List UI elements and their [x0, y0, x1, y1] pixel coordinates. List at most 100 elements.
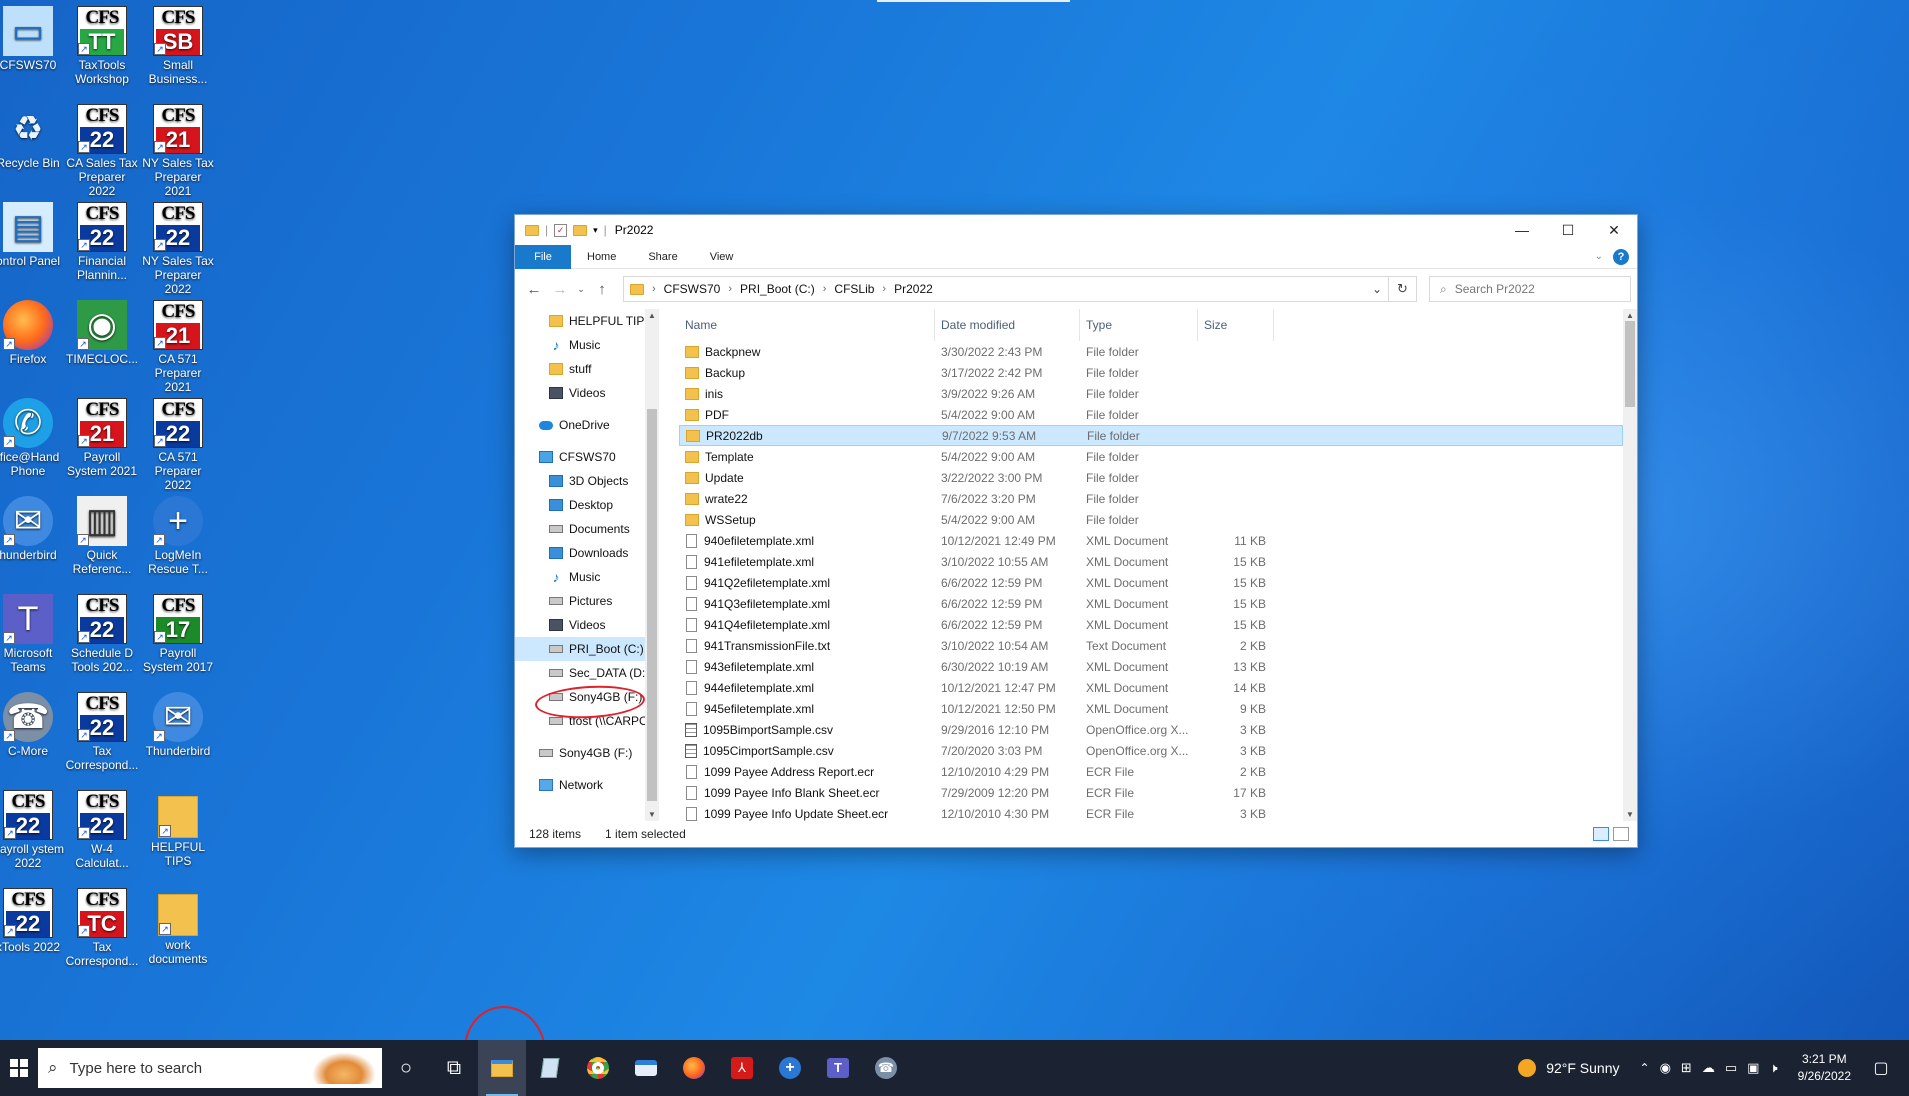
properties-icon[interactable]: ✓ — [554, 223, 568, 237]
tab-share[interactable]: Share — [632, 245, 693, 269]
desktop-icon[interactable]: ▥ ↗ Quick Referenc... — [64, 496, 140, 576]
nav-item[interactable]: HELPFUL TIPS — [515, 309, 645, 333]
file-list-scrollbar[interactable]: ▲ ▼ — [1623, 309, 1637, 821]
file-row[interactable]: 944efiletemplate.xml 10/12/2021 12:47 PM X… — [679, 677, 1623, 698]
scroll-down-icon[interactable]: ▼ — [645, 810, 659, 819]
nav-item[interactable]: stuff — [515, 357, 645, 381]
desktop-icon[interactable]: CFS 21 ↗ Payroll System 2021 — [64, 398, 140, 478]
desktop-icon[interactable]: ✉ ↗ Thunderbird — [140, 692, 216, 758]
desktop-icon[interactable]: CFS 21 ↗ NY Sales Tax Preparer 2021 — [140, 104, 216, 198]
file-row[interactable]: 945efiletemplate.xml 10/12/2021 12:50 PM X… — [679, 698, 1623, 719]
breadcrumb-pr2022[interactable]: Pr2022 — [894, 282, 933, 296]
close-button[interactable]: ✕ — [1591, 215, 1637, 245]
desktop-icon[interactable]: CFS22↗Payroll ystem 2022 — [0, 790, 66, 870]
nav-item[interactable]: Pictures — [515, 589, 645, 613]
desktop-icon[interactable]: CFS 22 ↗ CA 571 Preparer 2022 — [140, 398, 216, 492]
column-date-modified[interactable]: Date modified — [935, 309, 1080, 341]
desktop-icon[interactable]: ✉ ↗ hunderbird — [0, 496, 66, 562]
desktop-icon[interactable]: CFS 22 ↗ Financial Plannin... — [64, 202, 140, 282]
file-row[interactable]: PR2022db 9/7/2022 9:53 AM File folder — [679, 425, 1623, 446]
start-button[interactable] — [0, 1040, 38, 1096]
taskbar-search-box[interactable]: ⌕ Type here to search — [38, 1048, 382, 1088]
breadcrumb-pri-boot[interactable]: PRI_Boot (C:) — [740, 282, 815, 296]
column-size[interactable]: Size — [1198, 309, 1274, 341]
desktop-icon[interactable]: ▭ CFSWS70 — [0, 6, 66, 72]
nav-item[interactable]: OneDrive — [515, 413, 645, 437]
teams-tray-icon[interactable]: ⊞ — [1681, 1060, 1692, 1076]
file-row[interactable]: 941TransmissionFile.txt 3/10/2022 10:54 A… — [679, 635, 1623, 656]
chrome-tray-icon[interactable]: ◉ — [1660, 1060, 1671, 1076]
file-row[interactable]: 941Q4efiletemplate.xml 6/6/2022 12:59 PM X… — [679, 614, 1623, 635]
desktop-icon[interactable]: CFS TC ↗ Tax Correspond... — [64, 888, 140, 968]
firefox-taskbar-icon[interactable] — [670, 1040, 718, 1096]
thunderbird-taskbar-icon[interactable] — [622, 1040, 670, 1096]
nav-item[interactable]: 3D Objects — [515, 469, 645, 493]
file-row[interactable]: Backpnew 3/30/2022 2:43 PM File folder — [679, 341, 1623, 362]
tab-file[interactable]: File — [515, 244, 571, 269]
desktop-icon[interactable]: ✆ ↗ ffice@Hand Phone — [0, 398, 66, 478]
nav-item[interactable]: PRI_Boot (C:) — [515, 637, 645, 661]
column-type[interactable]: Type — [1080, 309, 1198, 341]
task-view-icon[interactable]: ⧉ — [430, 1040, 478, 1096]
desktop-icon[interactable]: ↗ Firefox — [0, 300, 66, 366]
chevron-up-icon[interactable]: ⌃ — [1640, 1061, 1650, 1075]
nav-item[interactable]: Sec_DATA (D:) — [515, 661, 645, 685]
nav-item[interactable]: Documents — [515, 517, 645, 541]
nav-item[interactable]: Videos — [515, 381, 645, 405]
desktop-icon[interactable]: CFS 22 ↗ xTools 2022 — [0, 888, 66, 954]
details-view-icon[interactable] — [1593, 827, 1609, 841]
desktop-icon[interactable]: ▤ ontrol Panel — [0, 202, 66, 268]
scroll-up-icon[interactable]: ▲ — [645, 311, 659, 320]
desktop-icon[interactable]: CFS SB ↗ Small Business... — [140, 6, 216, 86]
file-row[interactable]: WSSetup 5/4/2022 9:00 AM File folder — [679, 509, 1623, 530]
file-row[interactable]: PDF 5/4/2022 9:00 AM File folder — [679, 404, 1623, 425]
new-folder-icon[interactable] — [573, 224, 588, 236]
minimize-button[interactable]: — — [1499, 215, 1545, 245]
weather-widget[interactable]: 92°F Sunny — [1546, 1060, 1619, 1076]
onedrive-tray-icon[interactable]: ☁ — [1702, 1060, 1715, 1076]
cmore-taskbar-icon[interactable]: ☎ — [862, 1040, 910, 1096]
desktop-icon[interactable]: T ↗ Microsoft Teams — [0, 594, 66, 674]
file-row[interactable]: 940efiletemplate.xml 10/12/2021 12:49 PM X… — [679, 530, 1623, 551]
desktop-icon[interactable]: CFS 17 ↗ Payroll System 2017 — [140, 594, 216, 674]
volume-icon[interactable]: 🕨 — [1769, 1060, 1777, 1076]
tab-view[interactable]: View — [694, 245, 750, 269]
file-list-scroll-thumb[interactable] — [1625, 321, 1635, 407]
title-bar[interactable]: | ✓ ▾ | Pr2022 — ☐ ✕ — [515, 215, 1637, 245]
recent-locations-icon[interactable]: ⌄ — [573, 284, 589, 295]
file-row[interactable]: 941Q3efiletemplate.xml 6/6/2022 12:59 PM X… — [679, 593, 1623, 614]
file-row[interactable]: Update 3/22/2022 3:00 PM File folder — [679, 467, 1623, 488]
chrome-taskbar-icon[interactable] — [574, 1040, 622, 1096]
desktop-icon[interactable]: ↗ work documents — [140, 888, 216, 966]
desktop-icon[interactable]: CFS 22 ↗ Schedule D Tools 202... — [64, 594, 140, 674]
logmein-taskbar-icon[interactable]: + — [766, 1040, 814, 1096]
nav-item[interactable]: Videos — [515, 613, 645, 637]
desktop-icon[interactable]: ◉ ↗ TIMECLOC... — [64, 300, 140, 366]
desktop-icon[interactable]: CFS 21 ↗ CA 571 Preparer 2021 — [140, 300, 216, 394]
refresh-button[interactable]: ↻ — [1389, 276, 1417, 302]
desktop-icon[interactable]: ↗ HELPFUL TIPS — [140, 790, 216, 868]
expand-ribbon-icon[interactable]: ⌄ — [1595, 251, 1603, 262]
search-box[interactable]: ⌕ Search Pr2022 — [1429, 276, 1631, 302]
maximize-button[interactable]: ☐ — [1545, 215, 1591, 245]
desktop-icon[interactable]: ☎ ↗ C-More — [0, 692, 66, 758]
chevron-down-icon[interactable]: ⌄ — [1366, 282, 1388, 296]
file-row[interactable]: wrate22 7/6/2022 3:20 PM File folder — [679, 488, 1623, 509]
breadcrumb-cfsws70[interactable]: CFSWS70 — [664, 282, 721, 296]
breadcrumb-cfslib[interactable]: CFSLib — [834, 282, 874, 296]
large-icons-view-icon[interactable] — [1613, 827, 1629, 841]
nav-item[interactable]: ♪ Music — [515, 333, 645, 357]
scroll-up-icon[interactable]: ▲ — [1623, 311, 1637, 320]
teams-taskbar-icon[interactable]: T — [814, 1040, 862, 1096]
file-row[interactable]: Backup 3/17/2022 2:42 PM File folder — [679, 362, 1623, 383]
file-row[interactable]: 1095CimportSample.csv 7/20/2020 3:03 PM Op… — [679, 740, 1623, 761]
desktop-icon[interactable]: CFS 22 ↗ Tax Correspond... — [64, 692, 140, 772]
nav-scrollbar[interactable]: ▲ ▼ — [645, 309, 659, 821]
file-row[interactable]: Template 5/4/2022 9:00 AM File folder — [679, 446, 1623, 467]
nav-item[interactable]: Sony4GB (F:) — [515, 741, 645, 765]
address-bar[interactable]: › CFSWS70 › PRI_Boot (C:) › CFSLib › Pr2… — [623, 276, 1389, 302]
chevron-down-icon[interactable]: ▾ — [593, 225, 598, 236]
file-row[interactable]: 941efiletemplate.xml 3/10/2022 10:55 AM XM… — [679, 551, 1623, 572]
network-tray-icon[interactable]: ▣ — [1747, 1060, 1759, 1076]
nav-item[interactable]: CFSWS70 — [515, 445, 645, 469]
